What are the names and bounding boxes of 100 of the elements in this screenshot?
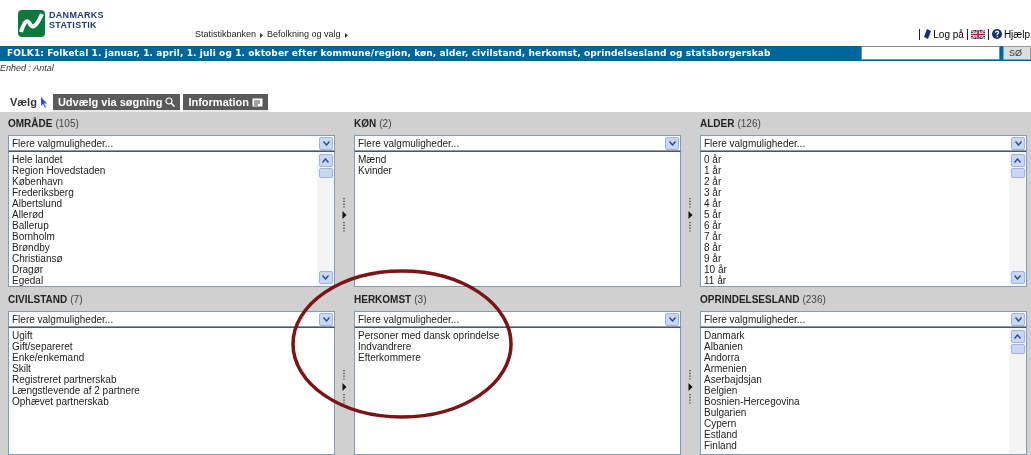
options-dropdown[interactable]: Flere valgmuligheder... [8,135,335,151]
chevron-down-icon [322,316,330,322]
list-option[interactable]: 1 år [704,165,722,176]
list-option[interactable]: Mænd [358,154,387,165]
list-option[interactable]: Bornholm [12,231,55,242]
list-option[interactable]: Bosnien-Hercegovina [704,396,800,407]
list-option[interactable]: 5 år [704,209,722,220]
options-dropdown[interactable]: Flere valgmuligheder... [354,311,681,327]
value-listbox[interactable]: Hele landet Region Hovedstaden København Frederiksberg Albertslund Allerød Ballerup Bornholm Brøndby Christiansø Dragør Egedal [8,151,335,287]
list-option[interactable]: Enke/enkemand [12,352,85,363]
list-option[interactable]: Allerød [12,209,44,220]
list-option[interactable]: Bulgarien [704,407,747,418]
list-option[interactable]: 9 år [704,253,722,264]
list-option[interactable]: Ugift [12,330,33,341]
list-option[interactable]: 3 år [704,187,722,198]
list-option[interactable]: Skilt [12,363,31,374]
list-option[interactable]: Albanien [704,341,743,352]
splitter-handle-icon[interactable] [342,198,347,232]
scrollbar[interactable] [317,152,334,286]
list-option[interactable]: 4 år [704,198,722,209]
panel-count: (105) [55,117,79,131]
scroll-up-button[interactable] [318,154,333,167]
list-option[interactable]: Længstlevende af 2 partnere [12,385,140,396]
options-dropdown[interactable]: Flere valgmuligheder... [700,311,1027,327]
dropdown-button[interactable] [319,136,333,150]
value-listbox[interactable]: Danmark Albanien Andorra Armenien Aserbajdsjan Belgien Bosnien-Hercegovina Bulgarien Cypern Estland Finland [700,327,1027,455]
list-option[interactable]: Cypern [704,418,737,429]
panel-count: (7) [70,293,83,307]
tab[interactable]: Information [183,94,268,112]
options-dropdown[interactable]: Flere valgmuligheder... [8,311,335,327]
splitter-handle-icon[interactable] [342,370,347,404]
value-listbox[interactable]: Personer med dansk oprindelse Indvandrere Efterkommere [354,327,681,455]
list-option[interactable]: 11 år [704,275,727,286]
list-option[interactable]: Christiansø [12,253,63,264]
value-listbox[interactable]: Ugift Gift/separeret Enke/enkemand Skilt Registreret partnerskab Længstlevende af 2 partnere Ophævet partnerskab [8,327,335,455]
caret-icon [344,32,348,38]
list-option[interactable]: Aserbajdsjan [704,374,762,385]
breadcrumb-link[interactable]: Statistikbanken [195,28,257,42]
panel-title: OPRINDELSESLAND [700,293,800,307]
breadcrumb-link[interactable]: Befolkning og valg [267,28,341,42]
list-option[interactable]: Egedal [12,275,44,286]
list-option[interactable]: 10 år [704,264,727,275]
chevron-down-icon [1014,275,1021,280]
chevron-down-icon [322,140,330,146]
value-listbox[interactable]: Mænd Kvinder [354,151,681,287]
list-option[interactable]: 2 år [704,176,722,187]
value-listbox[interactable]: 0 år 1 år 2 år 3 år 4 år 5 år 6 år 7 år 8 år 9 år 10 år 11 år [700,151,1027,287]
dropdown-button[interactable] [1011,312,1025,326]
search-button[interactable]: SØ [1003,46,1031,61]
list-option[interactable]: Andorra [704,352,740,363]
list-option[interactable]: Efterkommere [358,352,421,363]
search-field[interactable] [861,46,1000,61]
list-option[interactable]: 0 år [704,154,722,165]
list-option[interactable]: Registreret partnerskab [12,374,117,385]
list-option[interactable]: Brøndby [12,242,50,253]
options-dropdown[interactable]: Flere valgmuligheder... [354,135,681,151]
list-option[interactable]: Estland [704,429,738,440]
scrollbar[interactable] [1009,328,1026,454]
scroll-thumb[interactable] [318,168,333,178]
list-option[interactable]: Frederiksberg [12,187,74,198]
chevron-up-icon [322,158,329,163]
scroll-thumb[interactable] [1010,344,1025,354]
scroll-thumb[interactable] [1010,168,1025,178]
tab[interactable]: Udvælg via søgning [52,94,181,112]
list-option[interactable]: 6 år [704,220,722,231]
list-option[interactable]: Ophævet partnerskab [12,396,109,407]
logo-text: STATISTIK [49,20,98,30]
dropdown-button[interactable] [319,312,333,326]
list-option[interactable]: Ballerup [12,220,49,231]
options-dropdown[interactable]: Flere valgmuligheder... [700,135,1027,151]
splitter-handle-icon[interactable] [688,198,693,232]
list-option[interactable]: Indvandrere [358,341,412,352]
list-option[interactable]: 8 år [704,242,722,253]
list-option[interactable]: Hele landet [12,154,63,165]
list-option[interactable]: København [12,176,64,187]
scroll-up-button[interactable] [1010,154,1025,167]
login-link[interactable]: Log på [923,26,964,42]
dropdown-button[interactable] [665,312,679,326]
list-option[interactable]: Albertslund [12,198,63,209]
list-option[interactable]: Belgien [704,385,738,396]
dropdown-button[interactable] [1011,136,1025,150]
cursor-icon [39,96,47,108]
table-title: FOLK1: Folketal 1. januar, 1. april, 1. juli og 1. oktober efter kommune/region, køn, alder, civilstand, herkomst, oprindelsesland og statsborgerskab [7,46,771,60]
dropdown-button[interactable] [1010,271,1025,284]
list-option[interactable]: Danmark [704,330,745,341]
flag-icon[interactable] [970,29,985,39]
list-option[interactable]: Armenien [704,363,747,374]
list-option[interactable]: Region Hovedstaden [12,165,106,176]
list-option[interactable]: Dragør [12,264,44,275]
scroll-up-button[interactable] [1010,330,1025,343]
list-option[interactable]: Gift/separeret [12,341,73,352]
list-option[interactable]: Kvinder [358,165,392,176]
scrollbar[interactable] [1009,152,1026,286]
dropdown-button[interactable] [318,271,333,284]
list-option[interactable]: 7 år [704,231,722,242]
help-link[interactable]: Hjælp [991,26,1030,42]
splitter-handle-icon[interactable] [688,370,693,404]
list-option[interactable]: Finland [704,440,737,451]
dropdown-button[interactable] [665,136,679,150]
list-option[interactable]: Personer med dansk oprindelse [358,330,500,341]
